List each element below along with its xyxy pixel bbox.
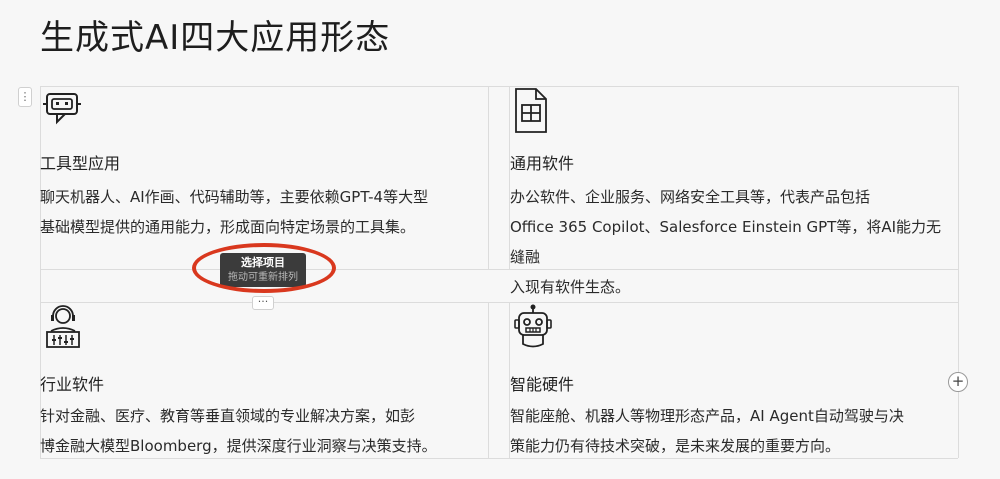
card-title: 通用软件 <box>510 154 575 173</box>
support-agent-icon <box>46 305 80 348</box>
desc-line: 聊天机器人、AI作画、代码辅助等，主要依赖GPT-4等大型 <box>40 188 429 206</box>
card-title: 行业软件 <box>40 375 105 394</box>
card-smart-hardware[interactable]: 智能硬件 智能座舱、机器人等物理形态产品，AI Agent自动驾驶与决 策能力仍… <box>510 304 960 458</box>
desc-line: 智能座舱、机器人等物理形态产品，AI Agent自动驾驶与决 <box>510 407 904 425</box>
card-description: 智能座舱、机器人等物理形态产品，AI Agent自动驾驶与决 策能力仍有待技术突… <box>510 401 955 461</box>
robot-icon <box>514 304 552 348</box>
desc-line: 入现有软件生态。 <box>510 278 631 296</box>
drag-handle[interactable]: ⋮ <box>18 87 32 107</box>
desc-line: 办公软件、企业服务、网络安全工具等，代表产品包括 <box>510 188 871 206</box>
desc-line: 策能力仍有待技术突破，是未来发展的重要方向。 <box>510 437 841 455</box>
page-title: 生成式AI四大应用形态 <box>40 18 391 58</box>
card-title: 智能硬件 <box>510 375 575 394</box>
desc-line: 基础模型提供的通用能力，形成面向特定场景的工具集。 <box>40 218 416 236</box>
card-description: 针对金融、医疗、教育等垂直领域的专业解决方案，如彭 博金融大模型Bloomber… <box>40 401 485 461</box>
card-description: 办公软件、企业服务、网络安全工具等，代表产品包括 Office 365 Copi… <box>510 182 955 302</box>
card-industry-software[interactable]: 行业软件 针对金融、医疗、教育等垂直领域的专业解决方案，如彭 博金融大模型Blo… <box>40 304 490 458</box>
spreadsheet-icon <box>515 88 547 133</box>
add-column-button[interactable]: + <box>948 372 968 392</box>
card-description: 聊天机器人、AI作画、代码辅助等，主要依赖GPT-4等大型 基础模型提供的通用能… <box>40 182 485 242</box>
chatbot-icon <box>43 93 81 125</box>
card-general-software[interactable]: 通用软件 办公软件、企业服务、网络安全工具等，代表产品包括 Office 365… <box>510 88 960 296</box>
more-options-button[interactable]: ··· <box>252 296 274 310</box>
annotation-circle <box>192 243 336 293</box>
grid-divider <box>40 86 958 87</box>
desc-line: 博金融大模型Bloomberg，提供深度行业洞察与决策支持。 <box>40 437 437 455</box>
desc-line: Office 365 Copilot、Salesforce Einstein G… <box>510 218 942 266</box>
grid-divider <box>40 302 958 303</box>
card-title: 工具型应用 <box>40 154 121 173</box>
desc-line: 针对金融、医疗、教育等垂直领域的专业解决方案，如彭 <box>40 407 416 425</box>
card-tool-apps[interactable]: 工具型应用 聊天机器人、AI作画、代码辅助等，主要依赖GPT-4等大型 基础模型… <box>40 88 490 268</box>
